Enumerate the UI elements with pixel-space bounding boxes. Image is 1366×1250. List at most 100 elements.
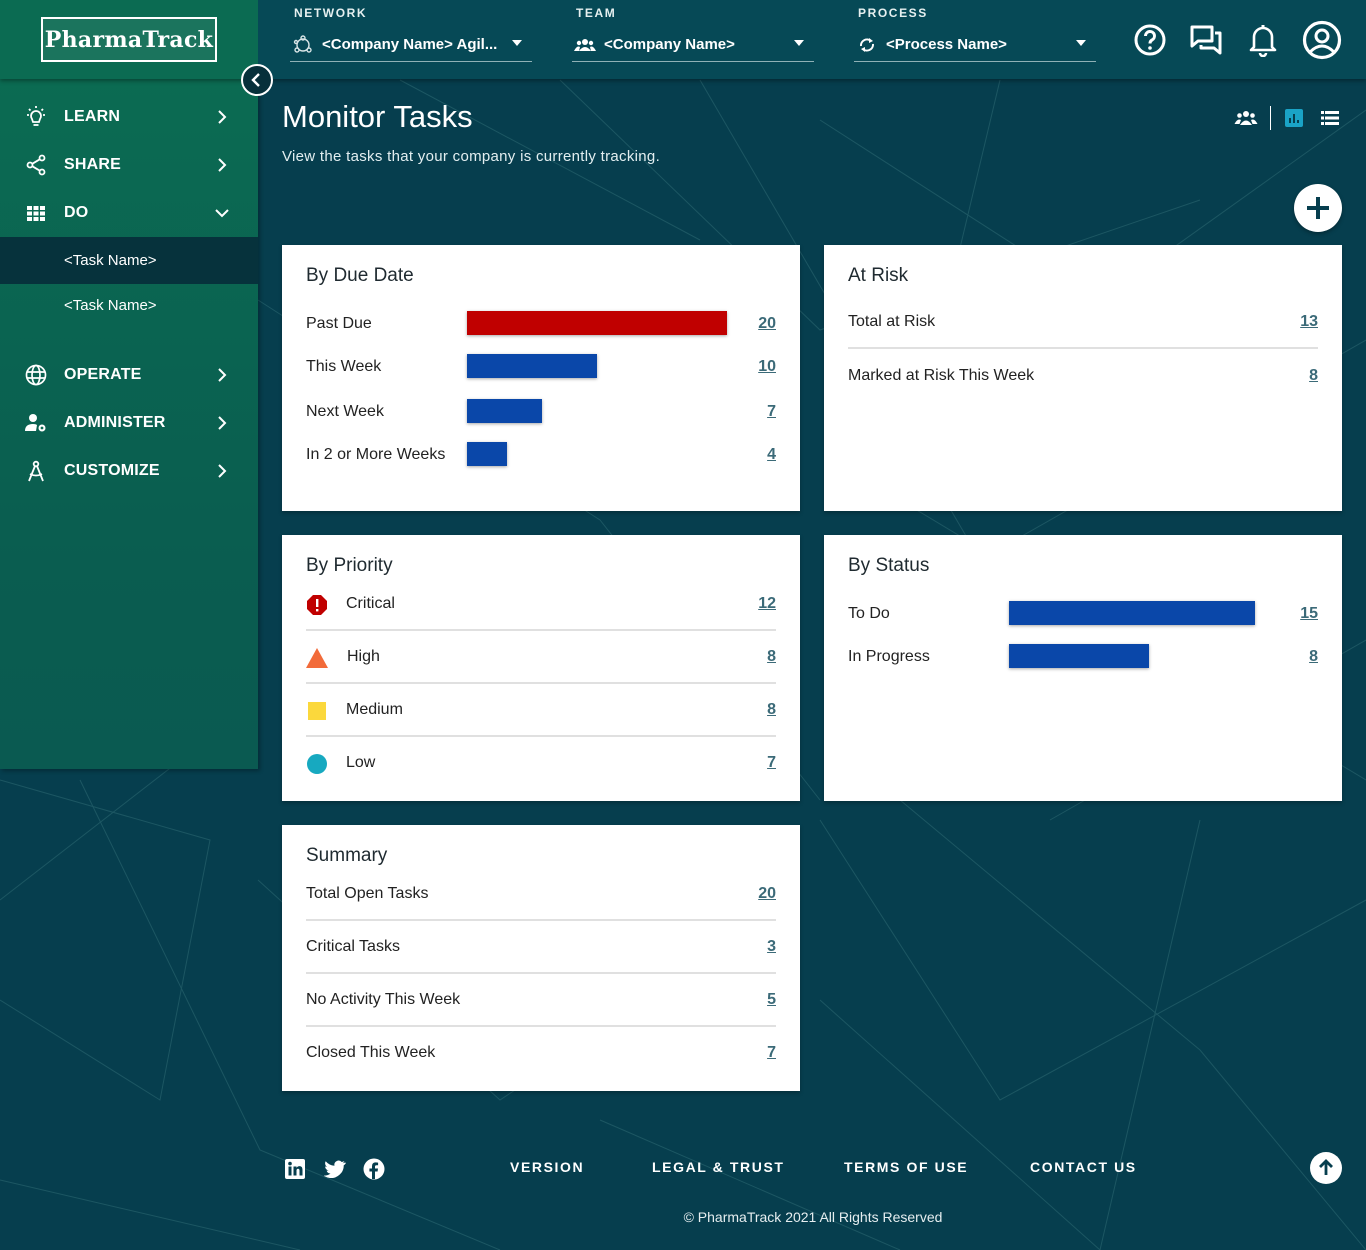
network-label: NETWORK: [294, 6, 368, 20]
footer-link-legal[interactable]: LEGAL & TRUST: [652, 1159, 785, 1175]
add-task-button[interactable]: [1294, 184, 1342, 232]
row-value-link[interactable]: 7: [767, 1044, 776, 1062]
process-caret-icon: [1076, 40, 1086, 46]
team-view-icon[interactable]: [1234, 106, 1258, 130]
process-label: PROCESS: [858, 6, 928, 20]
sidebar-item-operate[interactable]: OPERATE: [0, 351, 258, 399]
row-label: In 2 or More Weeks: [306, 446, 446, 463]
sidebar-item-label: ADMINISTER: [64, 414, 166, 431]
bar-2-plus-weeks: [467, 442, 507, 466]
page-subtitle: View the tasks that your company is curr…: [282, 148, 661, 165]
summary-row-closed: Closed This Week 7: [306, 1027, 776, 1080]
plus-icon: [1307, 197, 1329, 219]
lightbulb-icon: [24, 105, 48, 129]
account-icon[interactable]: [1301, 19, 1343, 61]
linkedin-icon[interactable]: [284, 1158, 306, 1180]
row-label: Medium: [346, 701, 403, 718]
card-title: Summary: [306, 845, 388, 866]
network-caret-icon: [512, 40, 522, 46]
row-value-link[interactable]: 4: [767, 446, 776, 464]
row-label: This Week: [306, 358, 382, 375]
footer-link-version[interactable]: VERSION: [510, 1159, 584, 1175]
sidebar-subitem-task-1[interactable]: <Task Name>: [0, 237, 258, 284]
row-label: High: [347, 648, 380, 665]
sidebar-subitem-task-2[interactable]: <Task Name>: [0, 282, 258, 329]
row-value-link[interactable]: 8: [1309, 648, 1318, 666]
help-icon[interactable]: [1132, 22, 1168, 58]
chevron-right-icon: [218, 158, 227, 172]
row-value-link[interactable]: 10: [758, 358, 776, 376]
bar-to-do: [1009, 601, 1255, 625]
sidebar-item-label: LEARN: [64, 108, 121, 125]
due-row-2-plus-weeks: In 2 or More Weeks 4: [306, 442, 776, 468]
footer-link-terms[interactable]: TERMS OF USE: [844, 1159, 968, 1175]
sidebar-item-label: SHARE: [64, 156, 122, 173]
status-row-in-progress: In Progress 8: [848, 644, 1318, 670]
row-value-link[interactable]: 7: [767, 403, 776, 421]
row-value-link[interactable]: 5: [767, 991, 776, 1009]
bar-in-progress: [1009, 644, 1149, 668]
row-value-link[interactable]: 8: [767, 701, 776, 719]
row-value-link[interactable]: 7: [767, 754, 776, 772]
chat-icon[interactable]: [1188, 22, 1224, 58]
chevron-right-icon: [218, 110, 227, 124]
brand-logo[interactable]: PharmaTrack: [41, 17, 217, 62]
user-gear-icon: [24, 411, 48, 435]
row-value-link[interactable]: 8: [1309, 367, 1318, 385]
bar-this-week: [467, 354, 597, 378]
row-label: No Activity This Week: [306, 991, 461, 1008]
row-label: Critical Tasks: [306, 938, 400, 955]
globe-icon: [24, 363, 48, 387]
card-title: By Priority: [306, 555, 393, 576]
sidebar-item-share[interactable]: SHARE: [0, 141, 258, 189]
row-label: Critical: [346, 595, 395, 612]
scroll-to-top-button[interactable]: [1310, 1152, 1342, 1184]
sidebar: LEARN SHARE DO <Task Name> <Task Name> O…: [0, 79, 258, 769]
row-value-link[interactable]: 12: [758, 595, 776, 613]
card-by-status: By Status To Do 15 In Progress 8: [824, 535, 1342, 801]
row-value-link[interactable]: 13: [1300, 313, 1318, 331]
share-icon: [24, 153, 48, 177]
low-circle-icon: [307, 754, 327, 774]
process-value: <Process Name>: [886, 36, 1007, 53]
sidebar-collapse-button[interactable]: [241, 64, 273, 96]
twitter-icon[interactable]: [323, 1158, 347, 1180]
row-value-link[interactable]: 20: [758, 315, 776, 333]
list-view-icon[interactable]: [1318, 106, 1342, 130]
row-value-link[interactable]: 15: [1300, 605, 1318, 623]
row-label: Past Due: [306, 315, 372, 332]
sidebar-item-label: OPERATE: [64, 366, 142, 383]
row-label: Next Week: [306, 403, 384, 420]
facebook-icon[interactable]: [363, 1158, 385, 1180]
network-dropdown[interactable]: <Company Name> Agil...: [290, 28, 532, 62]
footer-link-contact[interactable]: CONTACT US: [1030, 1159, 1137, 1175]
sidebar-item-learn[interactable]: LEARN: [0, 93, 258, 141]
risk-row-total: Total at Risk 13: [848, 295, 1318, 349]
summary-row-no-activity: No Activity This Week 5: [306, 974, 776, 1027]
card-at-risk: At Risk Total at Risk 13 Marked at Risk …: [824, 245, 1342, 511]
team-icon: [574, 34, 596, 56]
card-title: By Due Date: [306, 265, 414, 286]
sidebar-item-customize[interactable]: CUSTOMIZE: [0, 447, 258, 495]
team-dropdown[interactable]: <Company Name>: [572, 28, 814, 62]
network-value: <Company Name> Agil...: [322, 36, 498, 53]
medium-square-icon: [308, 702, 326, 720]
top-bar: PharmaTrack NETWORK <Company Name> Agil.…: [0, 0, 1366, 79]
priority-row-medium: Medium 8: [306, 684, 776, 737]
process-dropdown[interactable]: <Process Name>: [854, 28, 1096, 62]
row-value-link[interactable]: 20: [758, 885, 776, 903]
bell-icon[interactable]: [1245, 22, 1281, 58]
row-label: To Do: [848, 605, 890, 622]
summary-row-total-open: Total Open Tasks 20: [306, 868, 776, 921]
brand-area: PharmaTrack: [0, 0, 258, 79]
team-label: TEAM: [576, 6, 617, 20]
chevron-right-icon: [218, 464, 227, 478]
row-value-link[interactable]: 8: [767, 648, 776, 666]
team-value: <Company Name>: [604, 36, 735, 53]
grid-icon: [24, 201, 48, 225]
sidebar-item-administer[interactable]: ADMINISTER: [0, 399, 258, 447]
priority-row-low: Low 7: [306, 737, 776, 790]
row-value-link[interactable]: 3: [767, 938, 776, 956]
chart-view-icon[interactable]: [1282, 106, 1306, 130]
sidebar-item-do[interactable]: DO: [0, 189, 258, 237]
